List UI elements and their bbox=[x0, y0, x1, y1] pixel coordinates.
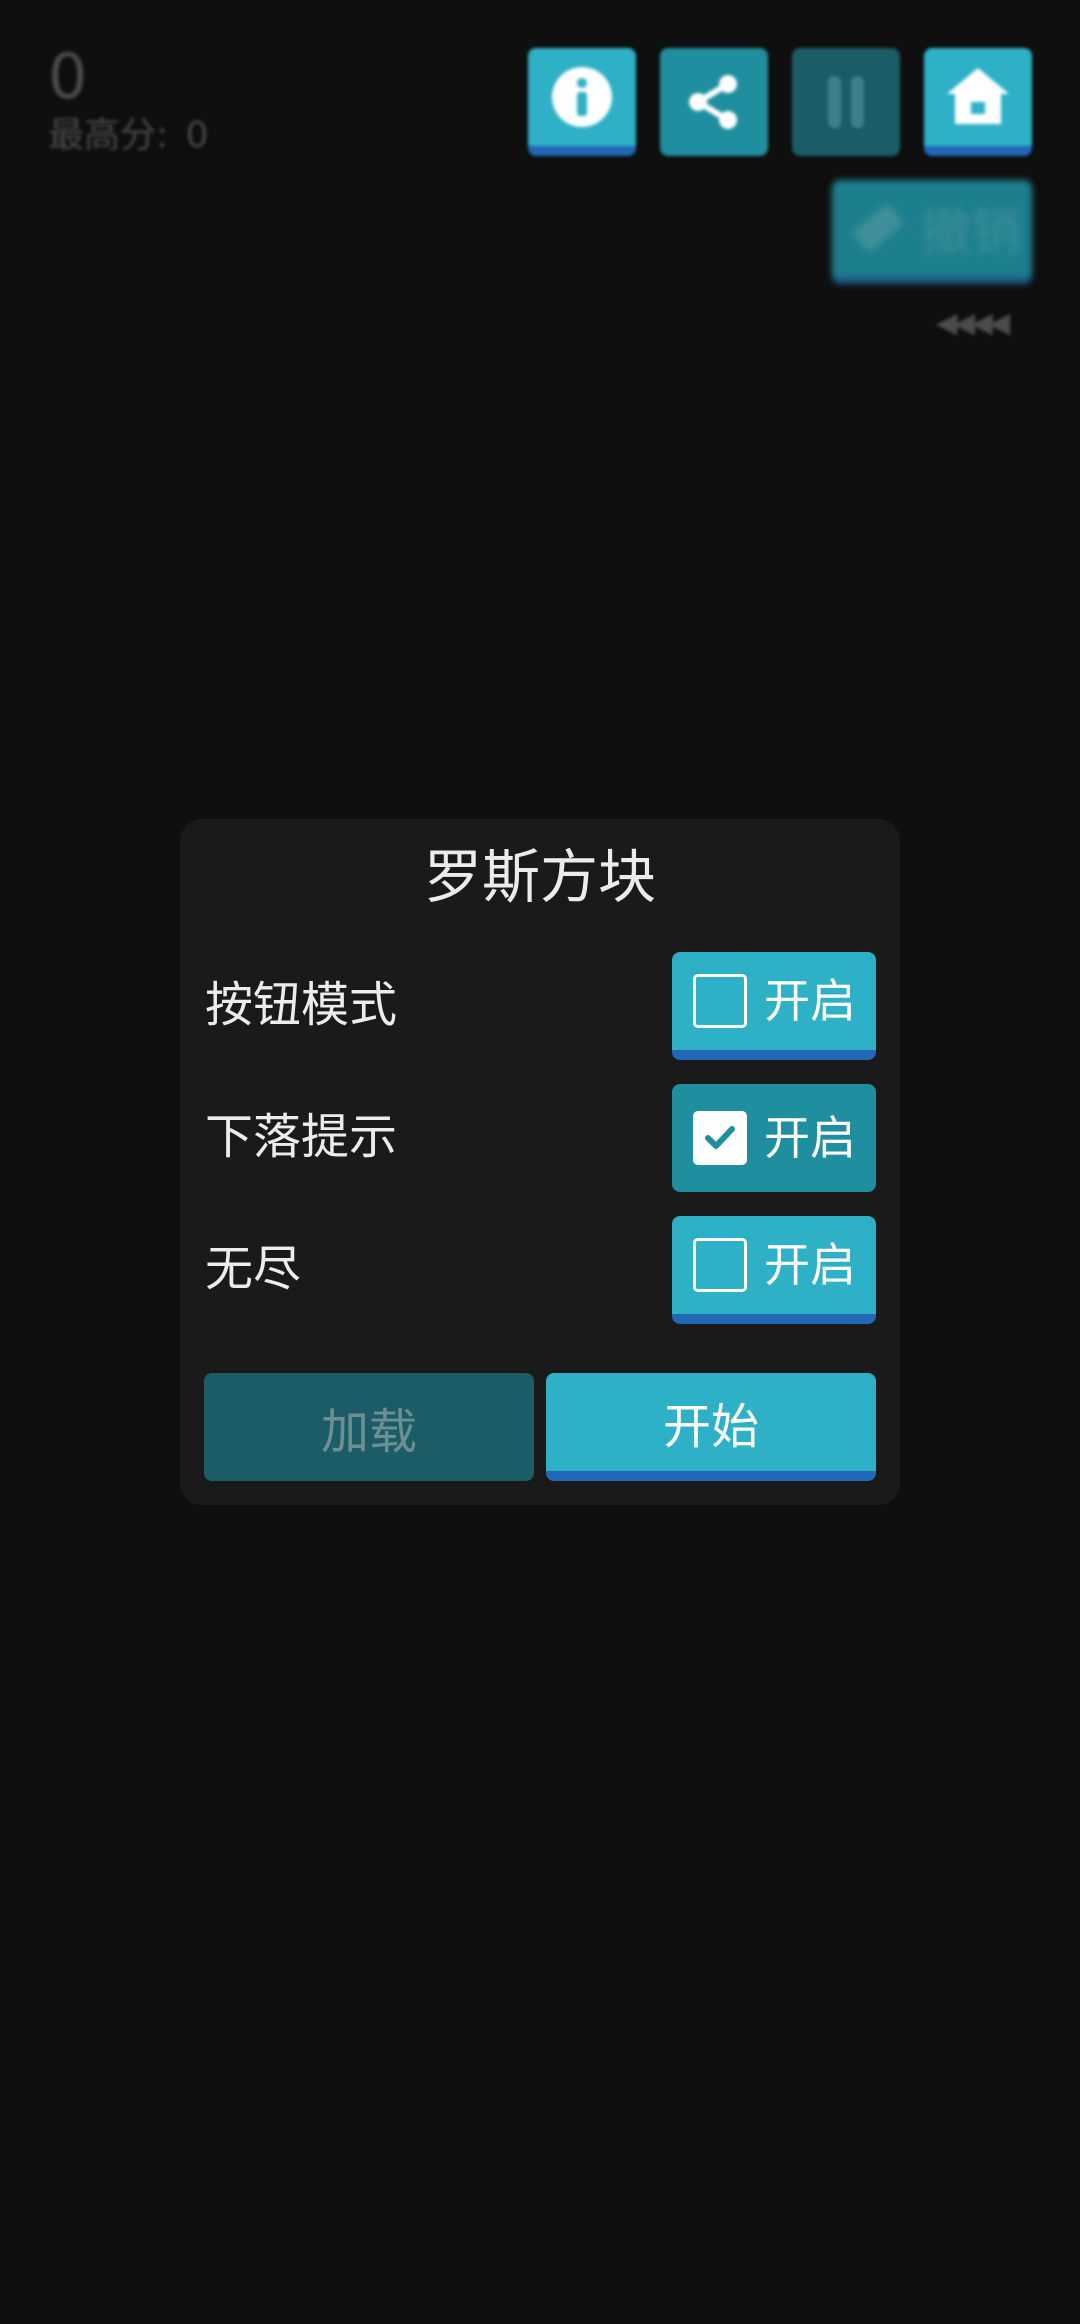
info-icon bbox=[552, 67, 612, 127]
pause-button[interactable] bbox=[792, 48, 900, 156]
share-icon bbox=[689, 75, 737, 129]
screen: 0 最高分: 0 撤销 ◀◀◀◀ 罗斯方块 按钮模式 开启 下落提示 开启 无尽… bbox=[0, 0, 1080, 2324]
toggle-label: 开启 bbox=[764, 1111, 856, 1165]
undo-button[interactable]: 撤销 bbox=[832, 180, 1032, 284]
home-button[interactable] bbox=[924, 48, 1032, 156]
checkmark-icon bbox=[705, 1126, 735, 1149]
start-button[interactable]: 开始 bbox=[546, 1373, 876, 1481]
pause-icon bbox=[828, 76, 864, 128]
score-value: 0 bbox=[48, 40, 88, 113]
toggle-drop-hint[interactable]: 开启 bbox=[672, 1084, 876, 1192]
dialog-title: 罗斯方块 bbox=[423, 843, 656, 911]
best-score: 最高分: 0 bbox=[48, 112, 215, 160]
option-label-endless: 无尽 bbox=[205, 1241, 302, 1297]
toggle-label: 开启 bbox=[764, 1238, 856, 1292]
eraser-icon bbox=[853, 204, 903, 252]
speed-arrows: ◀◀◀◀ bbox=[936, 306, 1010, 339]
option-label-button-mode: 按钮模式 bbox=[205, 977, 398, 1033]
best-score-value: 0 bbox=[185, 115, 209, 156]
toggle-label: 开启 bbox=[764, 974, 856, 1028]
home-icon bbox=[947, 68, 1009, 124]
load-button[interactable]: 加载 bbox=[204, 1373, 534, 1481]
checkbox-checked-icon bbox=[693, 1111, 747, 1165]
info-button[interactable] bbox=[528, 48, 636, 156]
checkbox-unchecked-icon bbox=[693, 974, 747, 1028]
settings-dialog: 罗斯方块 按钮模式 开启 下落提示 开启 无尽 开启 加载 开始 bbox=[180, 819, 900, 1505]
option-label-drop-hint: 下落提示 bbox=[205, 1109, 398, 1165]
toggle-endless[interactable]: 开启 bbox=[672, 1216, 876, 1324]
checkbox-unchecked-icon bbox=[693, 1238, 747, 1292]
best-score-label: 最高分: bbox=[48, 115, 169, 156]
share-button[interactable] bbox=[660, 48, 768, 156]
toggle-button-mode[interactable]: 开启 bbox=[672, 952, 876, 1060]
undo-label: 撤销 bbox=[921, 203, 1021, 261]
